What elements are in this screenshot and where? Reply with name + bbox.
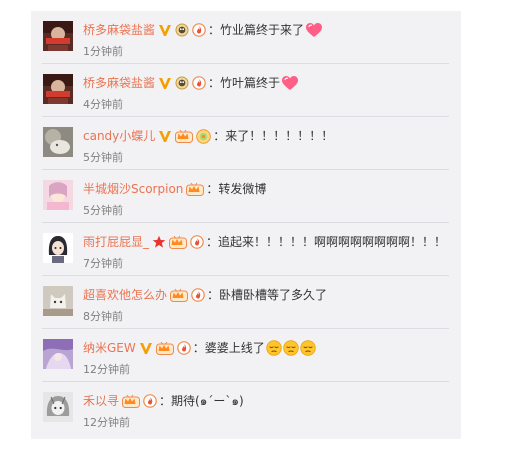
comment-item: 桥多麻袋盐酱 ： 竹叶篇终于 4分钟前 xyxy=(31,64,461,117)
avatar[interactable] xyxy=(43,127,73,157)
fire-badge-icon[interactable] xyxy=(143,394,157,408)
comment-text: 竹叶篇终于 xyxy=(220,76,281,90)
comment-text: 期待(๑´ー`๑) xyxy=(171,394,244,408)
avatar[interactable] xyxy=(43,180,73,210)
comment-item: 超喜欢他怎么办 ： 卧槽卧槽等了多久了 8分钟前 xyxy=(31,276,461,329)
comment-username[interactable]: 超喜欢他怎么办 xyxy=(83,286,167,304)
sleepy-emoji-icon xyxy=(300,340,316,356)
comment-username[interactable]: 禾以寻 xyxy=(83,392,119,410)
crown-vip-icon[interactable] xyxy=(155,341,174,355)
avatar[interactable] xyxy=(43,392,73,422)
comment-colon: ： xyxy=(159,394,172,408)
comment-time: 5分钟前 xyxy=(83,204,123,217)
vip-v-icon[interactable] xyxy=(158,77,172,90)
comment-time: 5分钟前 xyxy=(83,151,123,164)
crown-vip-icon[interactable] xyxy=(170,288,189,302)
avatar[interactable] xyxy=(43,74,73,104)
avatar[interactable] xyxy=(43,339,73,369)
crown-vip-icon[interactable] xyxy=(186,182,205,196)
vip-v-icon[interactable] xyxy=(158,24,172,37)
crown-vip-icon[interactable] xyxy=(175,129,194,143)
vip-v-icon[interactable] xyxy=(139,342,153,355)
comment-time: 4分钟前 xyxy=(83,98,123,111)
bird-medal-icon[interactable] xyxy=(175,23,189,37)
comment-colon: ： xyxy=(206,182,219,196)
sleepy-emoji-icon xyxy=(266,340,282,356)
comment-colon: ： xyxy=(213,129,226,143)
avatar[interactable] xyxy=(43,233,73,263)
comment-colon: ： xyxy=(207,288,220,302)
comment-username[interactable]: 纳米GEW xyxy=(83,339,136,357)
fire-badge-icon[interactable] xyxy=(176,341,191,355)
heart-emoji-icon xyxy=(281,75,299,91)
comment-username[interactable]: 半城烟沙Scorpion xyxy=(83,180,183,198)
crown-vip-icon[interactable] xyxy=(122,394,141,408)
bird-medal-icon[interactable] xyxy=(175,76,189,90)
vip-v-icon[interactable] xyxy=(158,130,172,143)
comment-text: 卧槽卧槽等了多久了 xyxy=(219,288,328,302)
fire-badge-icon[interactable] xyxy=(192,76,206,90)
avatar[interactable] xyxy=(43,286,73,316)
comment-colon: ： xyxy=(208,76,221,90)
comment-item: 纳米GEW ： 婆婆上线了 12分钟前 xyxy=(31,329,461,382)
sun-medal-icon[interactable] xyxy=(196,128,212,144)
comment-username[interactable]: candy小蝶儿 xyxy=(83,127,155,145)
fire-badge-icon[interactable] xyxy=(191,288,205,302)
comment-item: 禾以寻 ： 期待(๑´ー`๑) 12分钟前 xyxy=(31,382,461,435)
comment-item: 雨打屁屁显_ ： 追起来！！！！！啊啊啊啊啊啊啊啊！！！ 7分钟前 xyxy=(31,223,461,276)
red-star-icon[interactable] xyxy=(152,235,166,249)
comment-time: 12分钟前 xyxy=(83,363,130,376)
comment-text: 婆婆上线了 xyxy=(204,341,265,355)
crown-vip-icon[interactable] xyxy=(169,235,188,249)
heart-emoji-icon xyxy=(305,22,323,38)
comment-text: 转发微博 xyxy=(218,182,267,196)
comment-text: 来了！！！！！！！ xyxy=(225,129,334,143)
comment-list: 桥多麻袋盐酱 ： 竹业篇终于来了 1分钟前 桥多麻袋盐酱 ： 竹叶篇终于 4分钟… xyxy=(31,11,461,439)
comment-time: 7分钟前 xyxy=(83,257,123,270)
comment-item: 半城烟沙Scorpion ： 转发微博 5分钟前 xyxy=(31,170,461,223)
comment-colon: ： xyxy=(206,235,219,249)
comment-item: 桥多麻袋盐酱 ： 竹业篇终于来了 1分钟前 xyxy=(31,11,461,64)
comment-text: 竹业篇终于来了 xyxy=(220,23,305,37)
comment-text: 追起来！！！！！啊啊啊啊啊啊啊啊！！！ xyxy=(218,235,447,249)
comment-item: candy小蝶儿 ： 来了！！！！！！！ 5分钟前 xyxy=(31,117,461,170)
comment-time: 12分钟前 xyxy=(83,416,130,429)
fire-badge-icon[interactable] xyxy=(190,235,204,249)
comment-time: 8分钟前 xyxy=(83,310,123,323)
comment-username[interactable]: 桥多麻袋盐酱 xyxy=(83,21,155,39)
comment-colon: ： xyxy=(208,23,221,37)
comment-colon: ： xyxy=(192,341,205,355)
sleepy-emoji-icon xyxy=(283,340,299,356)
comment-username[interactable]: 桥多麻袋盐酱 xyxy=(83,74,155,92)
fire-badge-icon[interactable] xyxy=(192,23,206,37)
comment-time: 1分钟前 xyxy=(83,45,123,58)
comment-username[interactable]: 雨打屁屁显_ xyxy=(83,233,149,251)
avatar[interactable] xyxy=(43,21,73,51)
